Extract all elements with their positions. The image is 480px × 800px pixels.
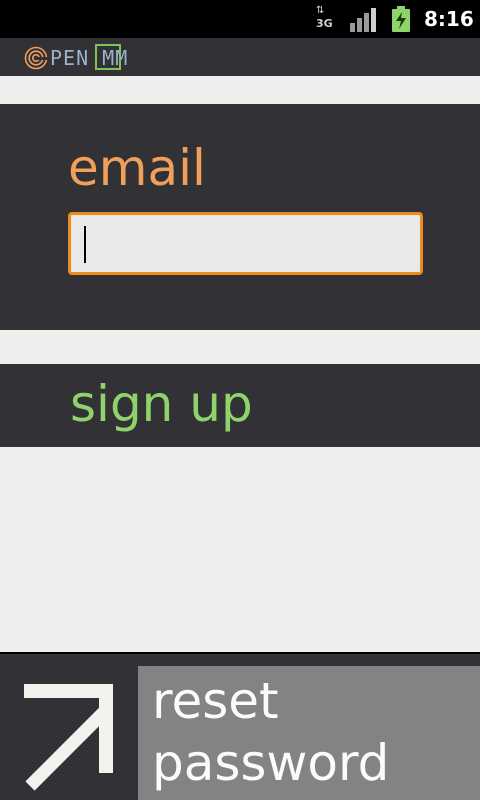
- battery-charging-icon: [392, 6, 410, 32]
- email-label: email: [68, 139, 206, 197]
- data-activity-arrows: ⇅: [316, 5, 325, 16]
- text-caret: [84, 226, 86, 263]
- arrow-up-right-icon: [24, 684, 113, 791]
- openomm-swirl-logo-icon: [24, 46, 48, 70]
- signal-strength-icon: [350, 8, 378, 32]
- app-logo-text: PEN MM: [50, 46, 129, 70]
- bottom-divider: [0, 652, 480, 666]
- sign-up-label[interactable]: sign up: [70, 372, 253, 436]
- email-input[interactable]: [68, 212, 423, 275]
- network-type-label: 3G: [316, 17, 333, 30]
- arrow-up-right-button[interactable]: [0, 666, 138, 800]
- 3g-data-icon: ⇅ 3G: [314, 6, 336, 32]
- reset-password-label[interactable]: reset password: [152, 670, 472, 794]
- status-clock: 8:16: [424, 7, 474, 31]
